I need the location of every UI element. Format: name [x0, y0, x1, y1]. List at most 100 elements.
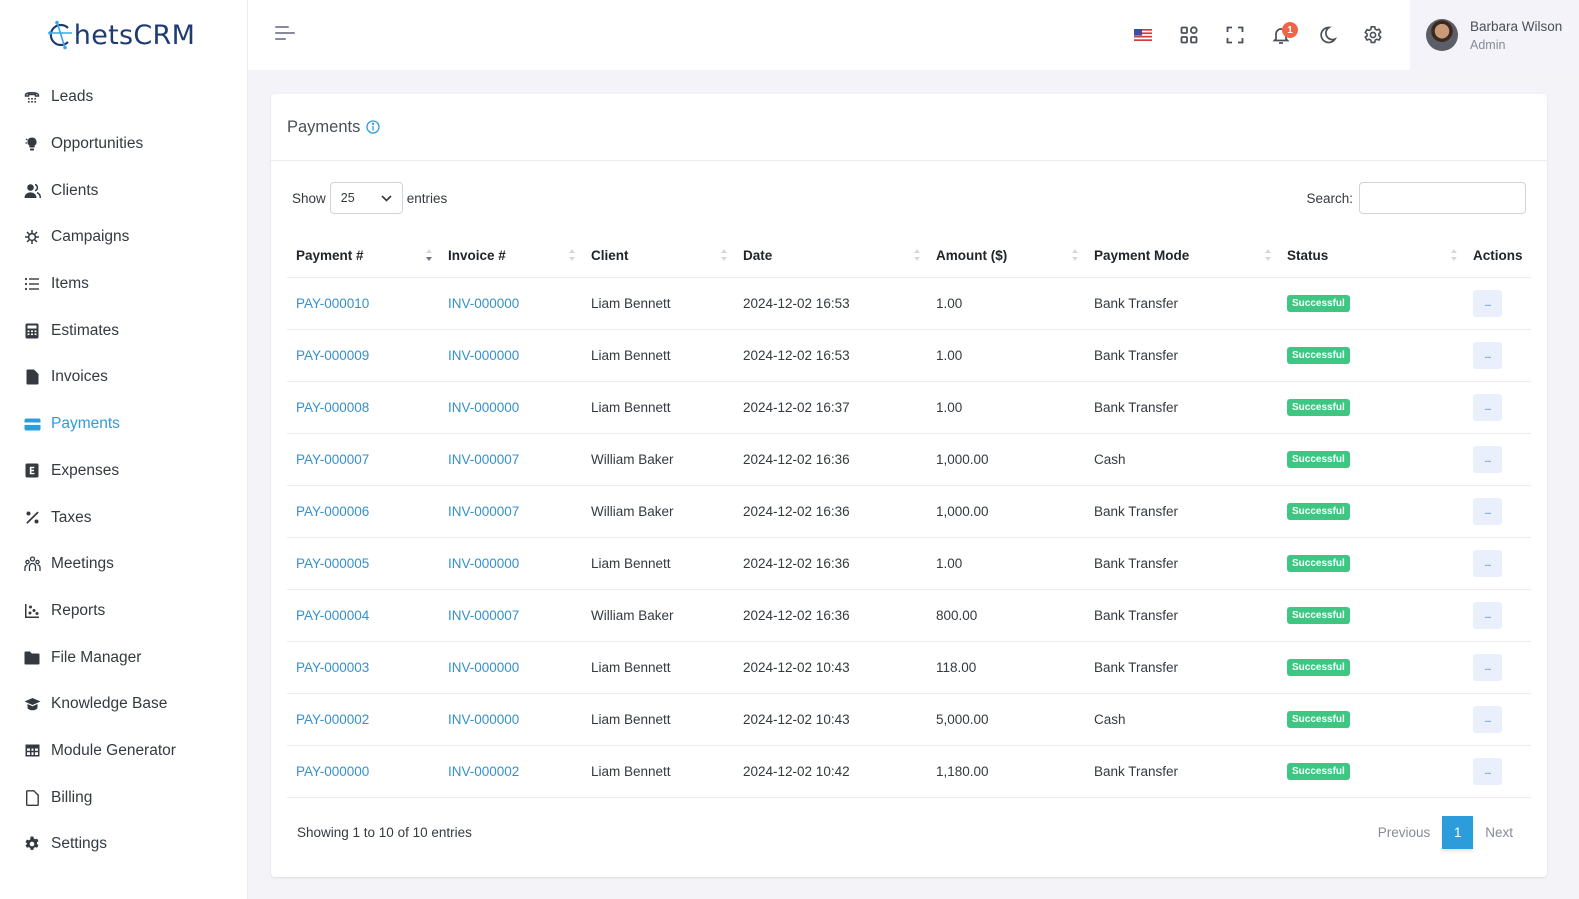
sort-icon[interactable]: [1450, 247, 1458, 263]
table-cell-status: Successful: [1278, 433, 1464, 486]
invoice-link[interactable]: INV-000007: [448, 504, 519, 519]
invoice-link[interactable]: INV-000007: [448, 608, 519, 623]
sidebar-item-label: Billing: [51, 788, 93, 806]
column-header-invoice[interactable]: Invoice #: [439, 234, 582, 278]
payment-link[interactable]: PAY-000003: [296, 660, 369, 675]
payment-amount: 800.00: [936, 607, 978, 623]
next-page-button[interactable]: Next: [1473, 825, 1525, 840]
table-cell-mode: Bank Transfer: [1085, 381, 1278, 434]
invoice-link[interactable]: INV-000002: [448, 764, 519, 779]
sort-icon[interactable]: [1264, 247, 1272, 263]
status-badge: Successful: [1287, 711, 1350, 728]
language-flag-icon[interactable]: [1120, 12, 1166, 58]
menu-toggle-icon[interactable]: [275, 26, 297, 44]
table-cell-date: 2024-12-02 16:36: [734, 433, 927, 486]
column-header-payment-mode[interactable]: Payment Mode: [1085, 234, 1278, 278]
sidebar-item-settings[interactable]: Settings: [0, 821, 247, 868]
dark-mode-moon-icon[interactable]: [1304, 12, 1350, 58]
folder-icon: [23, 649, 41, 667]
sidebar-item-reports[interactable]: Reports: [0, 588, 247, 635]
sort-icon[interactable]: [425, 247, 433, 263]
table-cell-mode: Bank Transfer: [1085, 641, 1278, 694]
notifications-bell-icon[interactable]: 1: [1258, 12, 1304, 58]
sidebar-item-knowledge-base[interactable]: Knowledge Base: [0, 681, 247, 728]
sidebar-item-clients[interactable]: Clients: [0, 167, 247, 214]
table-cell-payment: PAY-000006: [287, 485, 439, 538]
sidebar-item-module-generator[interactable]: Module Generator: [0, 728, 247, 775]
table-cell-date: 2024-12-02 16:36: [734, 537, 927, 590]
sidebar-item-invoices[interactable]: Invoices: [0, 354, 247, 401]
sidebar-item-label: Reports: [51, 601, 106, 619]
payment-link[interactable]: PAY-000009: [296, 348, 369, 363]
page-length-select[interactable]: 25: [329, 182, 403, 214]
current-page-button[interactable]: 1: [1442, 815, 1474, 849]
actions-button[interactable]: ...: [1473, 601, 1502, 629]
logo[interactable]: hetsCRM: [0, 0, 247, 70]
table-icon: [23, 742, 41, 760]
invoice-link[interactable]: INV-000000: [448, 660, 519, 675]
invoice-link[interactable]: INV-000000: [448, 348, 519, 363]
actions-button[interactable]: ...: [1473, 549, 1502, 577]
invoice-link[interactable]: INV-000000: [448, 296, 519, 311]
invoice-link[interactable]: INV-000000: [448, 556, 519, 571]
column-header-date[interactable]: Date: [734, 234, 927, 278]
actions-button[interactable]: ...: [1473, 393, 1502, 421]
payment-link[interactable]: PAY-000004: [296, 608, 369, 623]
actions-button[interactable]: ...: [1473, 497, 1502, 525]
payment-link[interactable]: PAY-000010: [296, 296, 369, 311]
payment-link[interactable]: PAY-000008: [296, 400, 369, 415]
payment-link[interactable]: PAY-000000: [296, 764, 369, 779]
apps-grid-icon[interactable]: [1166, 12, 1212, 58]
payment-amount: 1.00: [936, 295, 963, 311]
table-cell-payment: PAY-000007: [287, 433, 439, 486]
payment-link[interactable]: PAY-000006: [296, 504, 369, 519]
column-header-amount[interactable]: Amount ($): [927, 234, 1085, 278]
sidebar-item-opportunities[interactable]: Opportunities: [0, 121, 247, 168]
payment-amount: 118.00: [936, 659, 977, 675]
sort-icon[interactable]: [568, 247, 576, 263]
info-icon[interactable]: [366, 120, 381, 134]
sort-icon[interactable]: [720, 247, 728, 263]
fullscreen-icon[interactable]: [1212, 12, 1258, 58]
previous-page-button[interactable]: Previous: [1366, 825, 1443, 840]
table-info: Showing 1 to 10 of 10 entries: [297, 824, 472, 840]
sidebar-item-estimates[interactable]: Estimates: [0, 307, 247, 354]
sidebar-item-payments[interactable]: Payments: [0, 401, 247, 448]
payment-link[interactable]: PAY-000005: [296, 556, 369, 571]
sort-icon[interactable]: [913, 247, 921, 263]
actions-button[interactable]: ...: [1473, 653, 1502, 681]
sidebar-item-meetings[interactable]: Meetings: [0, 541, 247, 588]
sidebar-item-file-manager[interactable]: File Manager: [0, 634, 247, 681]
invoice-link[interactable]: INV-000000: [448, 400, 519, 415]
invoice-link[interactable]: INV-000000: [448, 712, 519, 727]
actions-button[interactable]: ...: [1473, 757, 1502, 785]
actions-button[interactable]: ...: [1473, 341, 1502, 369]
column-header-client[interactable]: Client: [582, 234, 734, 278]
invoice-link[interactable]: INV-000007: [448, 452, 519, 467]
sidebar-item-campaigns[interactable]: Campaigns: [0, 214, 247, 261]
actions-button[interactable]: ...: [1473, 445, 1502, 473]
sidebar-item-taxes[interactable]: Taxes: [0, 494, 247, 541]
chart-scatter-icon: [23, 602, 41, 620]
payment-amount: 1,180.00: [936, 763, 989, 779]
sidebar-item-items[interactable]: Items: [0, 261, 247, 308]
sidebar-item-expenses[interactable]: Expenses: [0, 448, 247, 495]
column-header-label: Payment Mode: [1094, 247, 1190, 263]
sidebar-item-label: Invoices: [51, 368, 108, 386]
sidebar-item-leads[interactable]: Leads: [0, 74, 247, 121]
settings-gear-icon[interactable]: [1350, 12, 1396, 58]
sidebar-item-billing[interactable]: Billing: [0, 774, 247, 821]
actions-button[interactable]: ...: [1473, 705, 1502, 733]
table-cell-status: Successful: [1278, 537, 1464, 590]
column-header-status[interactable]: Status: [1278, 234, 1464, 278]
payment-date: 2024-12-02 16:53: [743, 295, 850, 311]
column-header-payment[interactable]: Payment #: [287, 234, 439, 278]
search-input[interactable]: [1359, 182, 1526, 214]
people-group-icon: [23, 555, 41, 573]
sort-icon[interactable]: [1071, 247, 1079, 263]
user-profile-menu[interactable]: Barbara Wilson Admin: [1410, 0, 1579, 70]
payment-date: 2024-12-02 10:43: [743, 711, 850, 727]
actions-button[interactable]: ...: [1473, 289, 1502, 317]
payment-link[interactable]: PAY-000002: [296, 712, 369, 727]
payment-link[interactable]: PAY-000007: [296, 452, 369, 467]
